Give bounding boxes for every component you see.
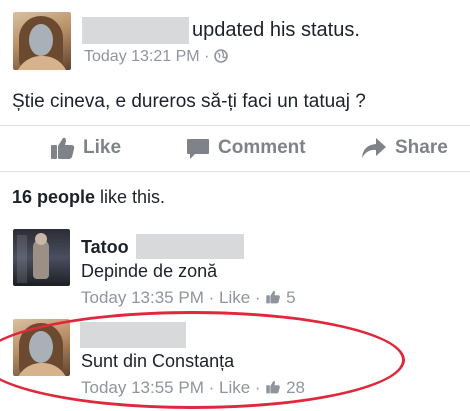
share-button-label: Share <box>395 137 448 158</box>
comment-1-reactions[interactable]: 5 <box>265 288 296 307</box>
comment-icon <box>187 139 209 159</box>
post-timestamp[interactable]: Today 13:21 PM · <box>84 48 228 68</box>
like-button-label: Like <box>83 137 122 158</box>
likes-summary[interactable]: 16 people like this. <box>12 187 165 208</box>
meta-separator: · <box>254 288 261 307</box>
comment-1-like-count: 5 <box>286 288 296 307</box>
like-button[interactable]: Like <box>50 131 121 165</box>
likes-count[interactable]: 16 people <box>12 187 95 207</box>
comment-1-like-link[interactable]: Like <box>219 288 250 307</box>
post-time[interactable]: Today 13:21 PM <box>84 48 200 65</box>
thumbs-up-icon <box>51 137 75 159</box>
share-button[interactable]: Share <box>361 131 448 165</box>
post-author-name-redacted <box>82 17 189 44</box>
comment-1-author[interactable]: Tatoo <box>81 237 129 258</box>
comment-1-meta: Today 13:35 PM · Like · 5 <box>81 288 296 308</box>
comment-button[interactable]: Comment <box>186 131 306 165</box>
divider-top <box>0 125 470 126</box>
comment-1-avatar[interactable] <box>13 229 70 286</box>
avatar-figure <box>33 239 49 279</box>
likes-rest: like this. <box>95 187 166 207</box>
comment-1-time[interactable]: Today 13:35 PM <box>81 288 204 307</box>
post-author-suffix: updated his status. <box>192 19 360 41</box>
post-author-avatar[interactable] <box>13 12 71 70</box>
comment-1-text: Depinde de zonă <box>81 261 218 281</box>
avatar-head <box>35 233 47 245</box>
post-text: Știe cineva, e dureros să-ți faci un tat… <box>12 91 366 112</box>
share-arrow-icon <box>362 138 386 158</box>
avatar-light <box>17 235 27 283</box>
divider-bottom <box>0 171 470 172</box>
globe-icon <box>214 49 228 68</box>
meta-separator: · <box>208 288 215 307</box>
avatar-face-blur <box>29 24 53 56</box>
small-thumbs-up-icon <box>266 291 281 304</box>
red-highlight-circle <box>0 311 405 409</box>
comment-button-label: Comment <box>218 137 306 158</box>
meta-separator: · <box>204 48 210 65</box>
comment-1-author-redacted <box>136 234 244 259</box>
